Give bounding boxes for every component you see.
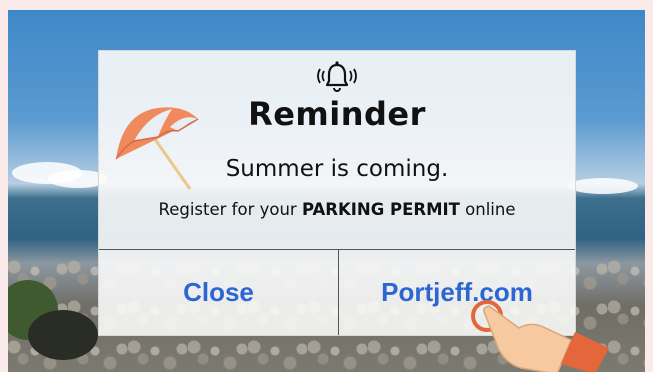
dialog-message: Register for your PARKING PERMIT online (99, 200, 575, 219)
beach-umbrella-icon (115, 107, 199, 190)
message-suffix: online (459, 200, 516, 219)
pointing-hand-icon (471, 300, 609, 372)
rock (28, 310, 98, 360)
bell-ringing-icon (317, 61, 357, 92)
message-prefix: Register for your (158, 200, 302, 219)
message-highlight: PARKING PERMIT (301, 200, 460, 219)
close-button[interactable]: Close (99, 250, 338, 335)
cloud (568, 178, 638, 194)
